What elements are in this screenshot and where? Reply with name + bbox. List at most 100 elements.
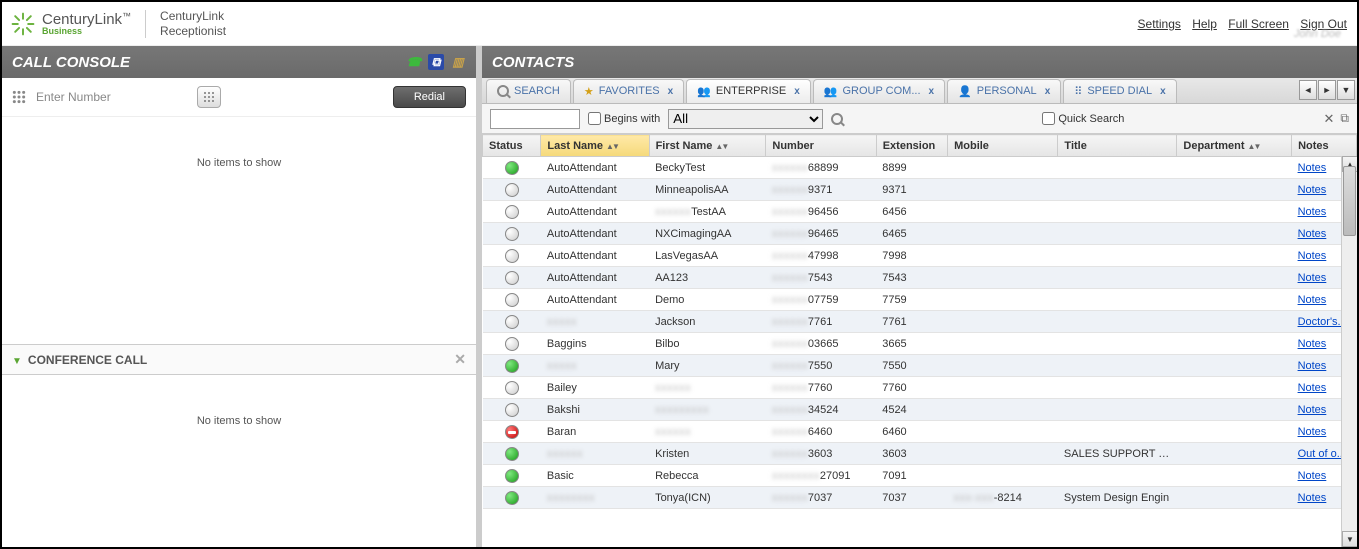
tab-menu[interactable]: ▼ [1337, 80, 1355, 100]
notes-link[interactable]: Doctor's... [1298, 316, 1347, 328]
tab-groupcom[interactable]: 👥 GROUP COM... x [813, 79, 945, 103]
redial-button[interactable]: Redial [393, 86, 466, 108]
list-icon[interactable]: ▥ [450, 54, 466, 70]
col-status[interactable]: Status [483, 135, 541, 157]
table-row[interactable]: xxxxxxKristenxxxxxx36033603SALES SUPPORT… [483, 443, 1357, 465]
table-row[interactable]: AutoAttendantxxxxxxTestAAxxxxxx964566456… [483, 201, 1357, 223]
cell-department [1177, 333, 1292, 355]
status-cell [483, 465, 541, 487]
search-input[interactable] [490, 109, 580, 129]
table-row[interactable]: xxxxxMaryxxxxxx75507550Notes [483, 355, 1357, 377]
notes-link[interactable]: Notes [1298, 272, 1327, 284]
table-row[interactable]: xxxxxJacksonxxxxxx77617761Doctor's... [483, 311, 1357, 333]
col-notes[interactable]: Notes [1292, 135, 1357, 157]
scroll-thumb[interactable] [1343, 166, 1356, 236]
table-row[interactable]: AutoAttendantAA123xxxxxx75437543Notes [483, 267, 1357, 289]
tab-speeddial[interactable]: ⠿ SPEED DIAL x [1063, 79, 1176, 103]
cell-firstname: AA123 [649, 267, 766, 289]
notes-link[interactable]: Notes [1298, 426, 1327, 438]
cell-extension: 8899 [876, 157, 947, 179]
table-row[interactable]: AutoAttendantBeckyTestxxxxxx688998899Not… [483, 157, 1357, 179]
cell-firstname: Jackson [649, 311, 766, 333]
popout-icon[interactable]: ⧉ [1340, 111, 1349, 126]
cell-mobile: xxx-xxx-8214 [948, 487, 1058, 509]
cell-lastname: AutoAttendant [541, 245, 649, 267]
notes-link[interactable]: Notes [1298, 338, 1327, 350]
table-row[interactable]: AutoAttendantDemoxxxxxx077597759Notes [483, 289, 1357, 311]
tab-favorites[interactable]: ★ FAVORITES x [573, 79, 684, 103]
table-row[interactable]: xxxxxxxxTonya(ICN)xxxxxx70377037xxx-xxx-… [483, 487, 1357, 509]
tab-scroll-left[interactable]: ◄ [1299, 80, 1317, 100]
cell-title [1058, 399, 1177, 421]
enter-number-input[interactable]: Enter Number [36, 90, 187, 104]
help-link[interactable]: Help [1192, 17, 1217, 31]
search-icon [497, 85, 509, 97]
history-icon[interactable]: ⧉ [428, 54, 444, 70]
table-row[interactable]: BagginsBilboxxxxxx036653665Notes [483, 333, 1357, 355]
cell-department [1177, 421, 1292, 443]
search-icon[interactable] [831, 113, 843, 125]
notes-link[interactable]: Notes [1298, 228, 1327, 240]
col-mobile[interactable]: Mobile [948, 135, 1058, 157]
col-extension[interactable]: Extension [876, 135, 947, 157]
col-firstname[interactable]: First Name▲▼ [649, 135, 766, 157]
status-cell [483, 201, 541, 223]
cell-extension: 4524 [876, 399, 947, 421]
notes-link[interactable]: Notes [1298, 360, 1327, 372]
begins-with-checkbox[interactable]: Begins with [588, 112, 660, 125]
notes-link[interactable]: Notes [1298, 470, 1327, 482]
table-row[interactable]: AutoAttendantMinneapolisAAxxxxxx93719371… [483, 179, 1357, 201]
close-icon[interactable]: ✕ [1324, 111, 1335, 127]
cell-firstname: Mary [649, 355, 766, 377]
cell-mobile [948, 289, 1058, 311]
close-icon[interactable]: x [668, 86, 674, 97]
scrollbar[interactable]: ▲ ▼ [1341, 156, 1357, 547]
close-icon[interactable]: x [1160, 86, 1166, 97]
cell-department [1177, 267, 1292, 289]
phone-icon[interactable]: ☎ [406, 54, 422, 70]
tab-personal[interactable]: 👤 PERSONAL x [947, 79, 1061, 103]
table-row[interactable]: AutoAttendantLasVegasAAxxxxxx479987998No… [483, 245, 1357, 267]
notes-link[interactable]: Out of o... [1298, 448, 1346, 460]
conference-header[interactable]: ▼CONFERENCE CALL ✕ [2, 344, 476, 375]
tab-enterprise[interactable]: 👥 ENTERPRISE x [686, 79, 811, 103]
col-lastname[interactable]: Last Name▲▼ [541, 135, 649, 157]
col-title[interactable]: Title [1058, 135, 1177, 157]
cell-mobile [948, 201, 1058, 223]
col-number[interactable]: Number [766, 135, 876, 157]
close-icon[interactable]: x [794, 86, 800, 97]
fullscreen-link[interactable]: Full Screen [1228, 17, 1289, 31]
collapse-icon[interactable]: ▼ [12, 356, 22, 367]
notes-link[interactable]: Notes [1298, 382, 1327, 394]
close-icon[interactable]: ✕ [454, 351, 466, 368]
close-icon[interactable]: x [1045, 86, 1051, 97]
table-row[interactable]: Baileyxxxxxxxxxxxx77607760Notes [483, 377, 1357, 399]
cell-title [1058, 157, 1177, 179]
table-row[interactable]: BasicRebeccaxxxxxxxx270917091Notes [483, 465, 1357, 487]
tab-scroll-right[interactable]: ► [1318, 80, 1336, 100]
notes-link[interactable]: Notes [1298, 250, 1327, 262]
notes-link[interactable]: Notes [1298, 492, 1327, 504]
table-row[interactable]: AutoAttendantNXCimagingAAxxxxxx964656465… [483, 223, 1357, 245]
settings-link[interactable]: Settings [1138, 17, 1181, 31]
cell-number: xxxxxx3603 [766, 443, 876, 465]
status-cell [483, 333, 541, 355]
cell-department [1177, 377, 1292, 399]
col-department[interactable]: Department▲▼ [1177, 135, 1292, 157]
notes-link[interactable]: Notes [1298, 404, 1327, 416]
app-title-2: Receptionist [160, 24, 226, 38]
cell-extension: 6460 [876, 421, 947, 443]
tab-search[interactable]: SEARCH [486, 79, 571, 103]
notes-link[interactable]: Notes [1298, 162, 1327, 174]
notes-link[interactable]: Notes [1298, 294, 1327, 306]
keypad-button[interactable] [197, 86, 221, 108]
table-row[interactable]: Baranxxxxxxxxxxxx64606460Notes [483, 421, 1357, 443]
close-icon[interactable]: x [929, 86, 935, 97]
cell-department [1177, 245, 1292, 267]
notes-link[interactable]: Notes [1298, 206, 1327, 218]
quick-search-checkbox[interactable]: Quick Search [1042, 112, 1124, 125]
notes-link[interactable]: Notes [1298, 184, 1327, 196]
filter-dropdown[interactable]: All [668, 109, 823, 129]
table-row[interactable]: Bakshixxxxxxxxxxxxxxx345244524Notes [483, 399, 1357, 421]
scroll-down-icon[interactable]: ▼ [1342, 531, 1357, 547]
